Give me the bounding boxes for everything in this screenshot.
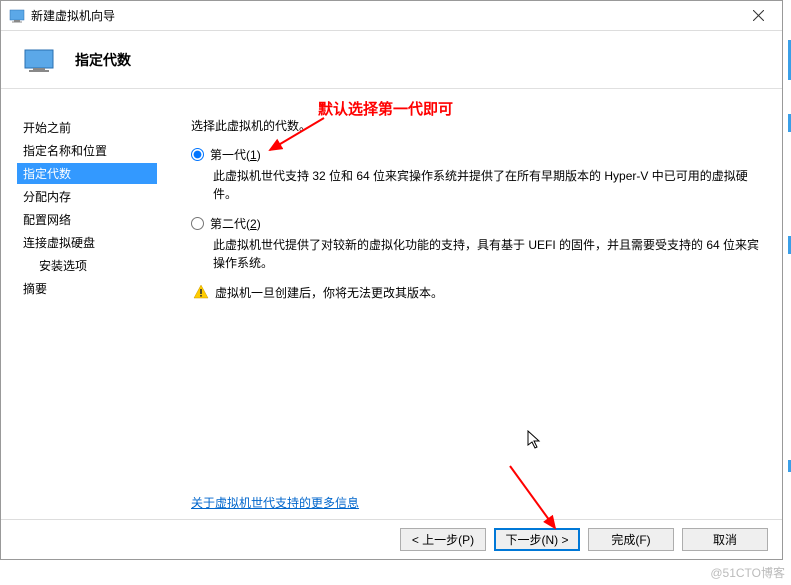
window-title: 新建虚拟机向导 (31, 7, 115, 24)
sidebar-item-install-options[interactable]: 安装选项 (17, 255, 173, 276)
app-icon (9, 8, 25, 24)
sidebar-item-before-you-begin[interactable]: 开始之前 (17, 117, 173, 138)
wizard-body: 开始之前 指定名称和位置 指定代数 分配内存 配置网络 连接虚拟硬盘 安装选项 … (1, 89, 782, 519)
prev-button[interactable]: < 上一步(P) (400, 528, 486, 551)
radio-gen1-row[interactable]: 第一代(1) (191, 146, 762, 163)
close-button[interactable] (738, 1, 778, 29)
wizard-header: 指定代数 (1, 31, 782, 89)
sidebar-item-summary[interactable]: 摘要 (17, 278, 173, 299)
warning-icon (193, 284, 209, 300)
warning-text: 虚拟机一旦创建后，你将无法更改其版本。 (215, 284, 443, 301)
finish-button[interactable]: 完成(F) (588, 528, 674, 551)
radio-gen2-label: 第二代(2) (210, 215, 261, 232)
page-title: 指定代数 (75, 50, 131, 70)
radio-gen2[interactable] (191, 217, 204, 230)
wizard-window: 新建虚拟机向导 指定代数 开始之前 指定名称和位置 指定代数 分配内存 配置网络… (0, 0, 783, 560)
watermark: @51CTO博客 (710, 564, 785, 581)
radio-gen1-label: 第一代(1) (210, 146, 261, 163)
instruction-text: 选择此虚拟机的代数。 (191, 117, 762, 134)
sidebar-item-configure-network[interactable]: 配置网络 (17, 209, 173, 230)
sidebar-item-generation[interactable]: 指定代数 (17, 163, 157, 184)
gen1-description: 此虚拟机世代支持 32 位和 64 位来宾操作系统并提供了在所有早期版本的 Hy… (213, 167, 762, 203)
titlebar: 新建虚拟机向导 (1, 1, 782, 31)
wizard-content: 选择此虚拟机的代数。 第一代(1) 此虚拟机世代支持 32 位和 64 位来宾操… (173, 89, 782, 519)
cancel-button[interactable]: 取消 (682, 528, 768, 551)
sidebar-item-assign-memory[interactable]: 分配内存 (17, 186, 173, 207)
sidebar-item-connect-vhd[interactable]: 连接虚拟硬盘 (17, 232, 173, 253)
sidebar-item-name-location[interactable]: 指定名称和位置 (17, 140, 173, 161)
next-button[interactable]: 下一步(N) > (494, 528, 580, 551)
more-info-link[interactable]: 关于虚拟机世代支持的更多信息 (191, 494, 359, 511)
radio-gen2-row[interactable]: 第二代(2) (191, 215, 762, 232)
radio-gen1[interactable] (191, 148, 204, 161)
cursor-icon (527, 430, 543, 450)
wizard-sidebar: 开始之前 指定名称和位置 指定代数 分配内存 配置网络 连接虚拟硬盘 安装选项 … (1, 89, 173, 519)
wizard-footer: < 上一步(P) 下一步(N) > 完成(F) 取消 (1, 519, 782, 559)
wizard-header-icon (23, 48, 55, 72)
gen2-description: 此虚拟机世代提供了对较新的虚拟化功能的支持，具有基于 UEFI 的固件，并且需要… (213, 236, 762, 272)
close-icon (753, 10, 764, 21)
warning-row: 虚拟机一旦创建后，你将无法更改其版本。 (193, 284, 762, 301)
